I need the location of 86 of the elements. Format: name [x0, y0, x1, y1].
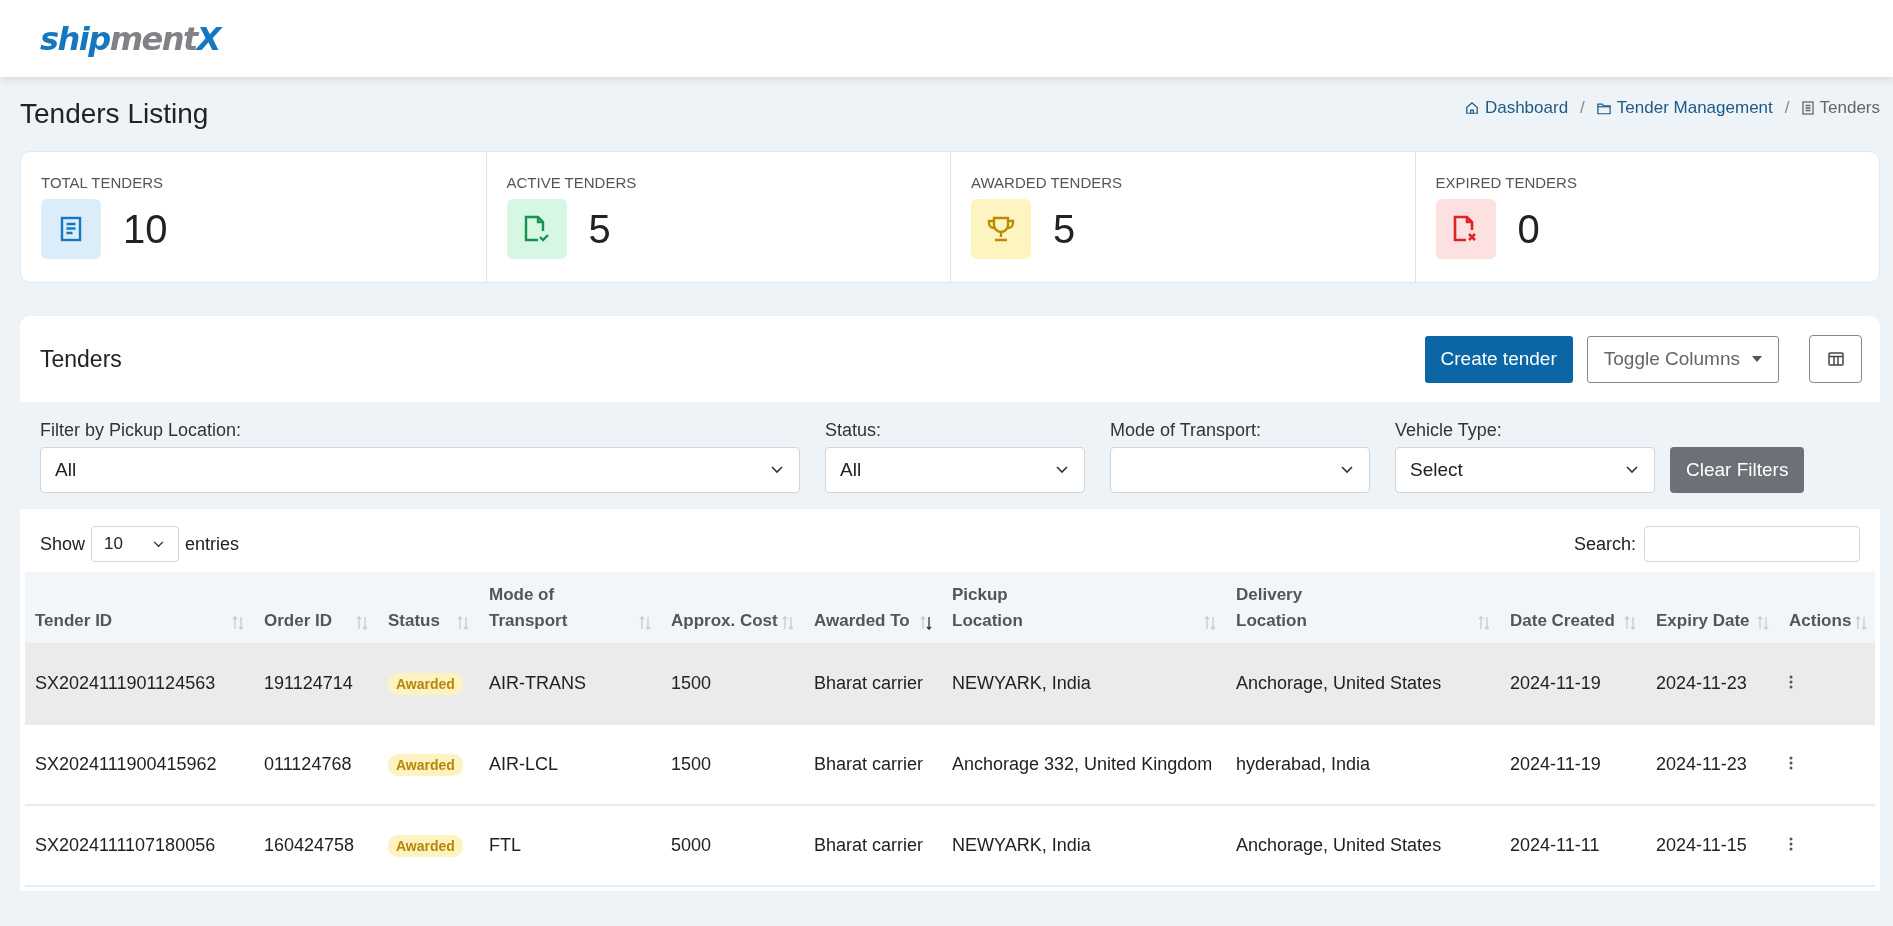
clear-filters-button[interactable]: Clear Filters [1670, 447, 1805, 493]
show-label: Show [40, 533, 86, 555]
table-cell: Anchorage, United States [1226, 805, 1500, 886]
table-cell: NEWYARK, India [942, 643, 1226, 724]
table-cell: 5000 [661, 805, 804, 886]
table-cell: 1500 [661, 643, 804, 724]
breadcrumb-separator: / [1784, 98, 1790, 118]
column-header[interactable]: Delivery Location [1226, 572, 1500, 643]
table-cell: hyderabad, India [1226, 724, 1500, 805]
chevron-down-icon [1341, 466, 1353, 474]
table-cell: NEWYARK, India [942, 805, 1226, 886]
table-cell: Bharat carrier [804, 805, 942, 886]
stat-label: AWARDED TENDERS [971, 174, 1124, 191]
toggle-columns-dropdown[interactable]: Toggle Columns [1586, 335, 1779, 383]
more-options-icon[interactable] [1789, 837, 1793, 852]
panel-title: Tenders [40, 345, 122, 373]
filter-select[interactable]: All [40, 447, 800, 493]
table-cell: 2024-11-23 [1646, 643, 1779, 724]
table-cell: 2024-11-11 [1500, 805, 1646, 886]
chevron-down-icon [1626, 466, 1638, 474]
search-label: Search: [1573, 533, 1636, 555]
column-header[interactable]: Status [378, 572, 479, 643]
table-cell: 2024-11-19 [1500, 643, 1646, 724]
status-badge: Awarded [388, 835, 463, 858]
document-icon [1801, 101, 1814, 115]
stat-value: 0 [1517, 206, 1540, 252]
table-layout-button[interactable] [1809, 335, 1862, 383]
table-cell: SX2024111900415962 [25, 724, 254, 805]
table-cell: Anchorage 332, United Kingdom [942, 724, 1226, 805]
column-header[interactable]: Awarded To [804, 572, 942, 643]
table-cell: 2024-11-19 [1500, 724, 1646, 805]
status-badge: Awarded [388, 754, 463, 777]
table-cell: 1500 [661, 724, 804, 805]
table-cell: AIR-LCL [479, 724, 661, 805]
filter-select[interactable]: All [825, 447, 1085, 493]
breadcrumb-item[interactable]: Dashboard [1464, 98, 1569, 118]
table-cell: 2024-11-15 [1646, 805, 1779, 886]
stat-value: 5 [1053, 206, 1076, 252]
chevron-down-icon [153, 540, 165, 548]
table-cell: 011124768 [254, 724, 378, 805]
caret-icon [1752, 356, 1762, 362]
table-cell: Bharat carrier [804, 643, 942, 724]
table-cell: 160424758 [254, 805, 378, 886]
stat-label: EXPIRED TENDERS [1435, 174, 1578, 191]
table-icon [1827, 352, 1844, 366]
column-header[interactable]: Tender ID [25, 572, 254, 643]
chevron-down-icon [1056, 466, 1068, 474]
table-cell: SX2024111901124563 [25, 643, 254, 724]
filter-select[interactable]: Select [1395, 447, 1655, 493]
create-tender-button[interactable]: Create tender [1424, 335, 1573, 383]
page-size-select[interactable]: 10 [91, 526, 180, 562]
table-cell: AIR-TRANS [479, 643, 661, 724]
table-cell: SX2024111107180056 [25, 805, 254, 886]
stat-value: 10 [123, 206, 168, 252]
home-icon [1464, 101, 1479, 115]
column-header[interactable]: Pickup Location [942, 572, 1226, 643]
entries-label: entries [185, 533, 240, 555]
column-header[interactable]: Mode of Transport [479, 572, 661, 643]
stat-label: TOTAL TENDERS [41, 174, 164, 191]
stat-label: ACTIVE TENDERS [506, 174, 638, 191]
table-cell: Bharat carrier [804, 724, 942, 805]
more-options-icon[interactable] [1789, 756, 1793, 771]
column-header[interactable]: Approx. Cost [661, 572, 804, 643]
chevron-down-icon [771, 466, 783, 474]
brand-logo[interactable]: shipmentX [40, 22, 220, 55]
status-badge: Awarded [388, 672, 463, 695]
table-cell: 191124714 [254, 643, 378, 724]
column-header[interactable]: Order ID [254, 572, 378, 643]
breadcrumb-item: Tenders [1801, 98, 1880, 118]
search-field[interactable] [1644, 526, 1860, 562]
column-header[interactable]: Expiry Date [1646, 572, 1779, 643]
filter-label: Vehicle Type: [1395, 420, 1503, 441]
table-cell: 2024-11-23 [1646, 724, 1779, 805]
filter-label: Status: [825, 420, 883, 441]
column-header[interactable]: Date Created [1500, 572, 1646, 643]
column-header[interactable]: Actions [1779, 572, 1875, 643]
filter-label: Mode of Transport: [1110, 420, 1263, 441]
breadcrumb-separator: / [1580, 98, 1585, 118]
more-options-icon[interactable] [1789, 674, 1793, 689]
breadcrumb-item[interactable]: Tender Management [1596, 98, 1773, 118]
filter-label: Filter by Pickup Location: [40, 420, 243, 441]
table-cell: FTL [479, 805, 661, 886]
folder-icon [1596, 101, 1611, 115]
page-title: Tenders Listing [20, 98, 209, 130]
stat-value: 5 [588, 206, 611, 252]
table-cell: Anchorage, United States [1226, 643, 1500, 724]
